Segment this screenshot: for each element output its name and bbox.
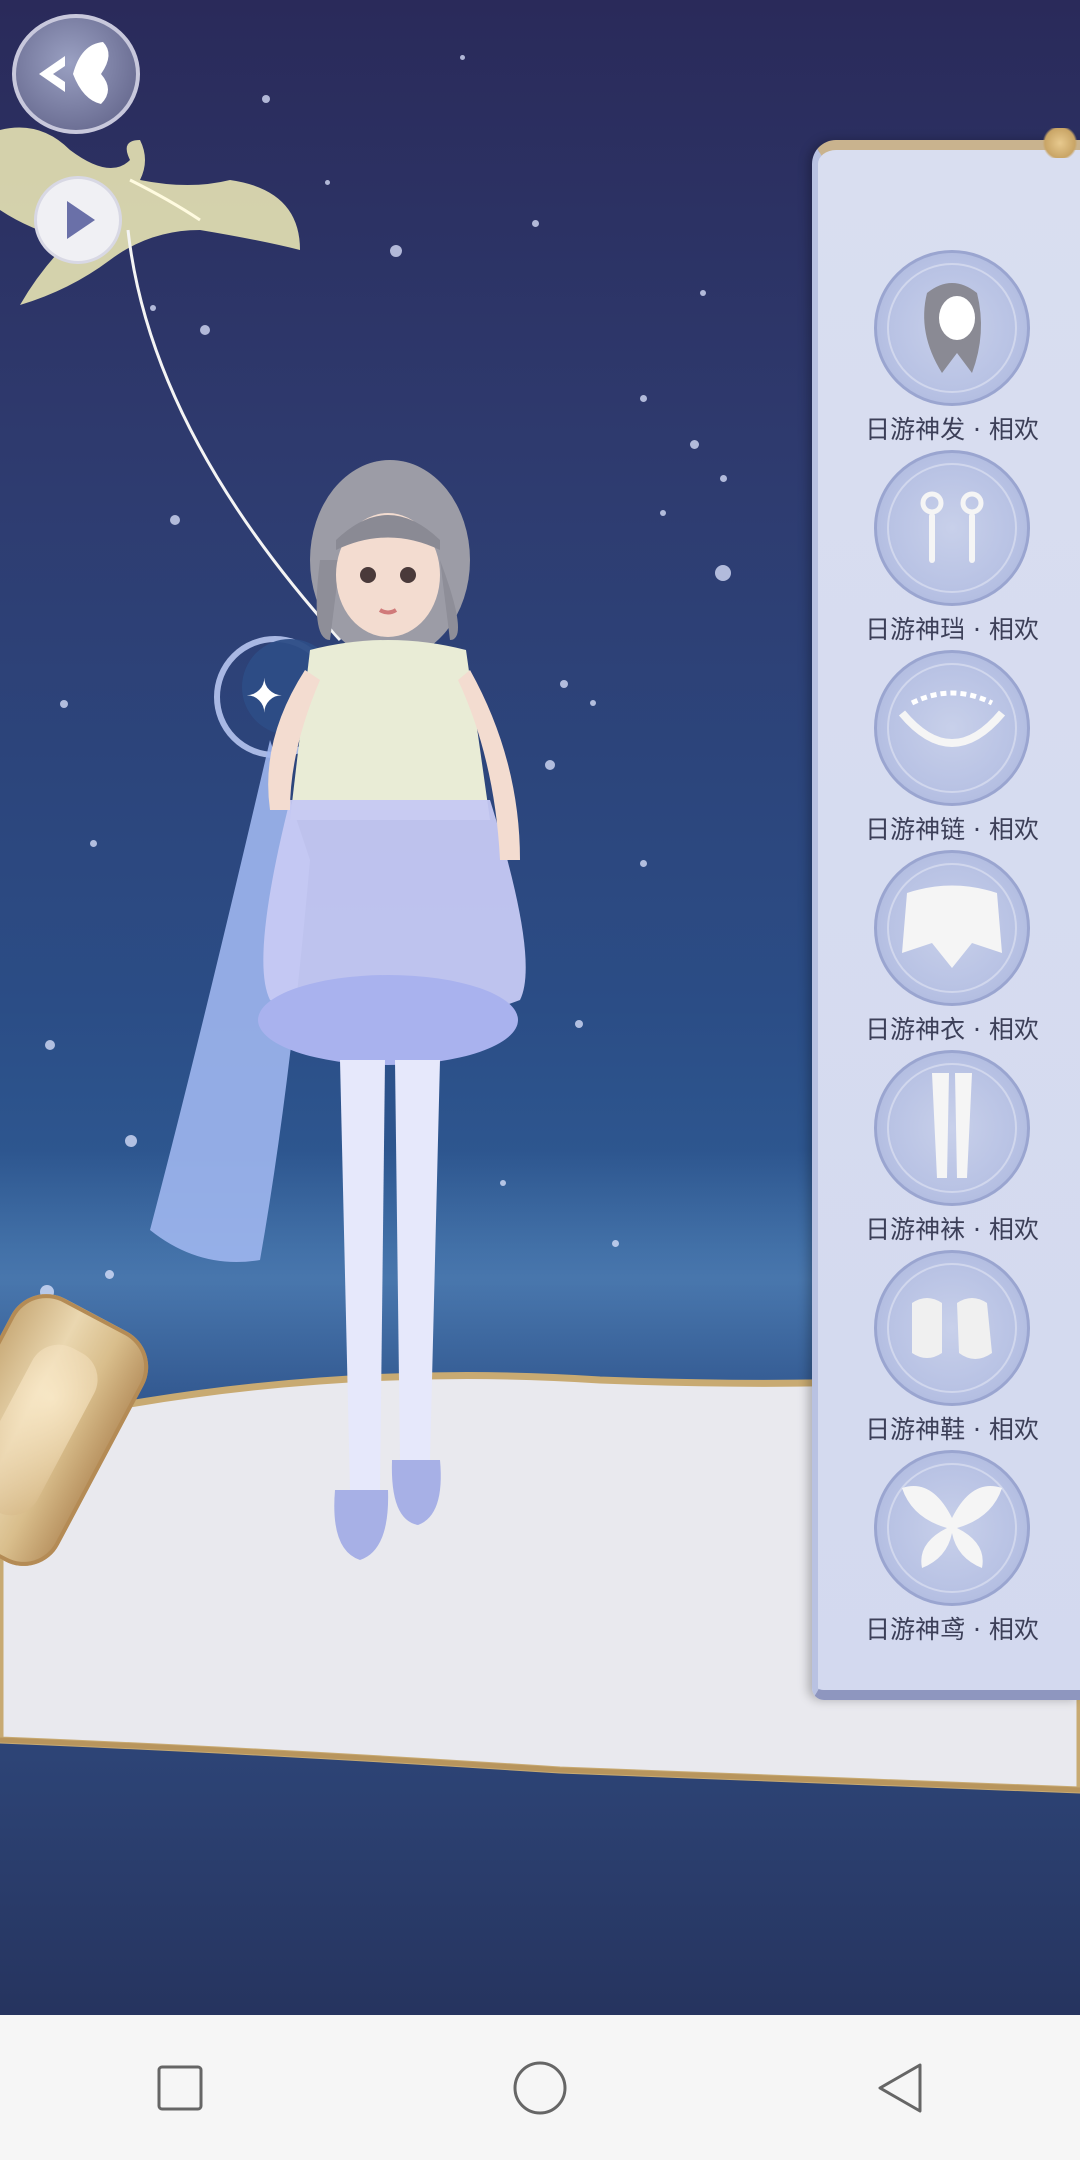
- star: [90, 840, 97, 847]
- outfit-item-earrings[interactable]: 日游神珰 · 相欢: [818, 450, 1080, 650]
- star: [612, 1240, 619, 1247]
- system-navigation-bar: [0, 2015, 1080, 2160]
- star: [700, 290, 706, 296]
- stockings-icon: [874, 1050, 1030, 1206]
- star: [640, 860, 647, 867]
- recents-button[interactable]: [120, 2028, 240, 2148]
- panel-ornament: [1040, 128, 1080, 158]
- character-avatar: [150, 460, 526, 1560]
- outfit-item-label: 日游神鸢 · 相欢: [865, 1615, 1039, 1644]
- necklace-icon: [874, 650, 1030, 806]
- star: [125, 1135, 137, 1147]
- outfit-item-label: 日游神链 · 相欢: [865, 815, 1039, 844]
- star: [590, 700, 596, 706]
- play-icon: [67, 201, 95, 239]
- outfit-item-label: 日游神鞋 · 相欢: [865, 1415, 1039, 1444]
- outfit-item-label: 日游神袜 · 相欢: [865, 1215, 1039, 1244]
- outfit-item-kite[interactable]: 日游神鸢 · 相欢: [818, 1450, 1080, 1650]
- outfit-item-label: 日游神衣 · 相欢: [865, 1015, 1039, 1044]
- square-icon: [157, 2065, 203, 2110]
- outfit-item-stockings[interactable]: 日游神袜 · 相欢: [818, 1050, 1080, 1250]
- outfit-item-shoes[interactable]: 日游神鞋 · 相欢: [818, 1250, 1080, 1450]
- back-button[interactable]: [12, 14, 140, 134]
- outfit-item-label: 日游神发 · 相欢: [865, 415, 1039, 444]
- back-butterfly-icon: [39, 42, 109, 104]
- star: [532, 220, 539, 227]
- outfit-item-hair[interactable]: 日游神发 · 相欢: [818, 250, 1080, 450]
- star: [105, 1270, 114, 1279]
- star: [720, 475, 727, 482]
- circle-icon: [513, 2061, 567, 2114]
- star: [640, 395, 647, 402]
- kite-icon: [874, 1450, 1030, 1606]
- star: [460, 55, 465, 60]
- system-back-button[interactable]: [840, 2028, 960, 2148]
- star: [60, 700, 68, 708]
- outfit-item-dress[interactable]: 日游神衣 · 相欢: [818, 850, 1080, 1050]
- triangle-back-icon: [878, 2063, 922, 2112]
- outfit-item-panel: 日游神发 · 相欢 日游神珰 · 相欢 日游神链 · 相欢 日游神衣 · 相欢 …: [812, 140, 1080, 1700]
- home-button[interactable]: [480, 2028, 600, 2148]
- game-screen: ✦ 日游神发 · 相欢 日游神珰 · 相欢 日游神链 · 相欢 日游神衣 · 相…: [0, 0, 1080, 2160]
- star: [690, 440, 699, 449]
- earrings-icon: [874, 450, 1030, 606]
- outfit-item-label: 日游神珰 · 相欢: [865, 615, 1039, 644]
- star: [390, 245, 402, 257]
- dress-icon: [874, 850, 1030, 1006]
- star: [715, 565, 731, 581]
- star: [45, 1040, 55, 1050]
- outfit-item-necklace[interactable]: 日游神链 · 相欢: [818, 650, 1080, 850]
- star: [660, 510, 666, 516]
- shoes-icon: [874, 1250, 1030, 1406]
- hair-icon: [874, 250, 1030, 406]
- play-button[interactable]: [34, 176, 122, 264]
